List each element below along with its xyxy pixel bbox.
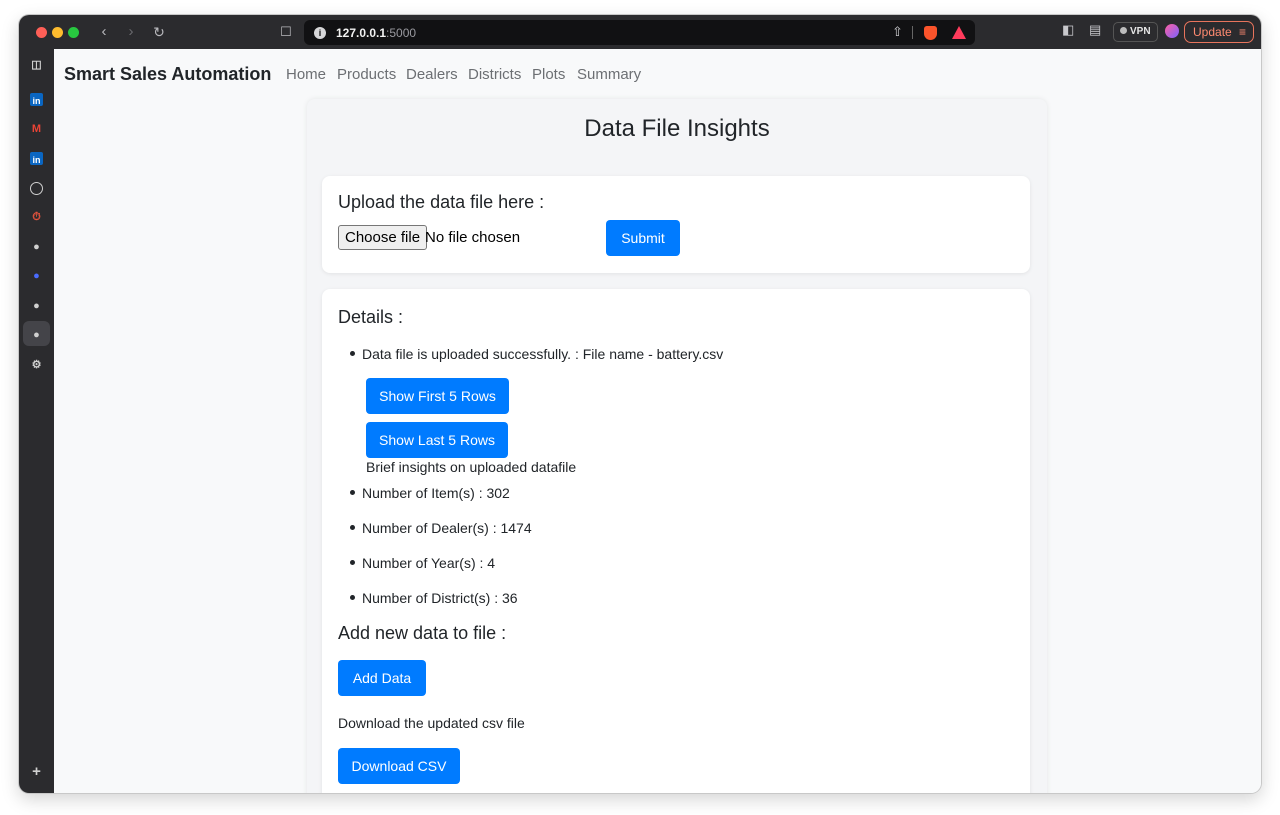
globe-icon[interactable]: ●	[28, 327, 45, 344]
share-icon[interactable]: ⇧	[892, 24, 903, 40]
vpn-button[interactable]: VPN	[1113, 22, 1158, 42]
bullet	[350, 524, 355, 530]
list-item: Number of District(s) : 36	[350, 590, 518, 606]
list-item: Number of Dealer(s) : 1474	[350, 520, 532, 536]
details-card: Details : Data file is uploaded successf…	[322, 289, 1030, 793]
nav-link-dealers[interactable]: Dealers	[406, 66, 458, 83]
nav-link-districts[interactable]: Districts	[468, 66, 521, 83]
brand[interactable]: Smart Sales Automation	[64, 64, 271, 85]
page-viewport: Smart Sales Automation Home Products Dea…	[54, 49, 1261, 793]
list-item: Number of Year(s) : 4	[350, 555, 495, 571]
loading-icon[interactable]	[30, 182, 43, 195]
show-last-rows-button[interactable]: Show Last 5 Rows	[366, 422, 508, 458]
brave-rewards-icon[interactable]	[952, 26, 966, 39]
upload-card: Upload the data file here : Choose file …	[322, 176, 1030, 273]
list-item: Data file is uploaded successfully. : Fi…	[350, 346, 723, 362]
file-status: No file chosen	[425, 229, 521, 246]
linkedin-icon[interactable]: in	[30, 152, 43, 165]
settings-icon[interactable]: ⚙	[28, 357, 45, 374]
details-heading: Details :	[338, 307, 404, 327]
minimize-window-button[interactable]	[52, 27, 63, 38]
stat-items: Number of Item(s) : 302	[362, 485, 510, 501]
nav-link-products[interactable]: Products	[337, 66, 396, 83]
navbar: Smart Sales Automation Home Products Dea…	[54, 49, 1261, 99]
bullet	[350, 350, 355, 356]
upload-message: Data file is uploaded successfully. : Fi…	[362, 346, 724, 362]
brave-shields-icon[interactable]	[924, 26, 937, 40]
site-info-icon[interactable]: i	[314, 26, 326, 39]
sidebar-toggle-icon[interactable]: ◧	[1062, 22, 1074, 38]
update-label: Update	[1193, 25, 1232, 39]
back-icon[interactable]: ‹	[94, 22, 114, 42]
reload-icon[interactable]: ↻	[149, 22, 169, 42]
upload-heading: Upload the data file here :	[338, 192, 545, 212]
submit-button[interactable]: Submit	[606, 220, 680, 256]
stat-districts: Number of District(s) : 36	[362, 590, 518, 606]
nav-link-plots[interactable]: Plots	[532, 66, 565, 83]
app-icon[interactable]: ●	[28, 268, 45, 285]
page-title: Data File Insights	[584, 115, 770, 142]
add-data-heading: Add new data to file :	[338, 623, 507, 643]
main-container: Data File Insights Upload the data file …	[307, 99, 1047, 793]
bookmark-icon[interactable]: ☐	[276, 22, 296, 42]
url-port: :5000	[386, 25, 417, 40]
wallet-icon[interactable]: ▤	[1089, 22, 1101, 38]
bullet	[350, 559, 355, 565]
add-data-button[interactable]: Add Data	[338, 660, 426, 696]
nav-link-summary[interactable]: Summary	[577, 66, 641, 83]
globe-icon[interactable]: ●	[28, 298, 45, 315]
vpn-label: VPN	[1130, 26, 1151, 37]
download-caption: Download the updated csv file	[338, 715, 525, 731]
bullet	[350, 594, 355, 600]
maximize-window-button[interactable]	[68, 27, 79, 38]
show-first-rows-button[interactable]: Show First 5 Rows	[366, 378, 509, 414]
browser-toolbar: ‹ › ↻ ☐ i 127.0.0.1 :5000 ⇧ ◧ ▤ VPN Upda…	[19, 15, 1261, 49]
menu-icon: ≡	[1238, 25, 1246, 39]
divider	[912, 26, 913, 39]
browser-window: ‹ › ↻ ☐ i 127.0.0.1 :5000 ⇧ ◧ ▤ VPN Upda…	[19, 15, 1261, 793]
download-csv-button[interactable]: Download CSV	[338, 748, 460, 784]
list-item: Number of Item(s) : 302	[350, 485, 510, 501]
linkedin-icon[interactable]: in	[30, 93, 43, 106]
update-button[interactable]: Update ≡	[1184, 21, 1254, 43]
add-panel-icon[interactable]: +	[28, 763, 45, 780]
sidebar-panel-icon[interactable]: ◫	[28, 57, 45, 74]
timer-icon[interactable]: ⏱	[28, 209, 45, 226]
url-host: 127.0.0.1	[336, 25, 387, 40]
gmail-icon[interactable]: M	[28, 121, 45, 138]
leo-ai-icon[interactable]	[1165, 24, 1179, 38]
browser-sidebar: ◫ in M in ⏱ ● ● ● ● ⚙ +	[19, 49, 54, 793]
choose-file-button[interactable]: Choose file	[338, 225, 428, 250]
globe-icon[interactable]: ●	[28, 239, 45, 256]
vpn-status-icon	[1120, 27, 1127, 34]
stat-dealers: Number of Dealer(s) : 1474	[362, 520, 532, 536]
stat-years: Number of Year(s) : 4	[362, 555, 496, 571]
forward-icon[interactable]: ›	[121, 22, 141, 42]
insights-caption: Brief insights on uploaded datafile	[366, 459, 577, 475]
nav-link-home[interactable]: Home	[286, 66, 326, 83]
bullet	[350, 489, 355, 495]
address-bar[interactable]: i 127.0.0.1 :5000 ⇧	[304, 20, 975, 45]
close-window-button[interactable]	[36, 27, 47, 38]
